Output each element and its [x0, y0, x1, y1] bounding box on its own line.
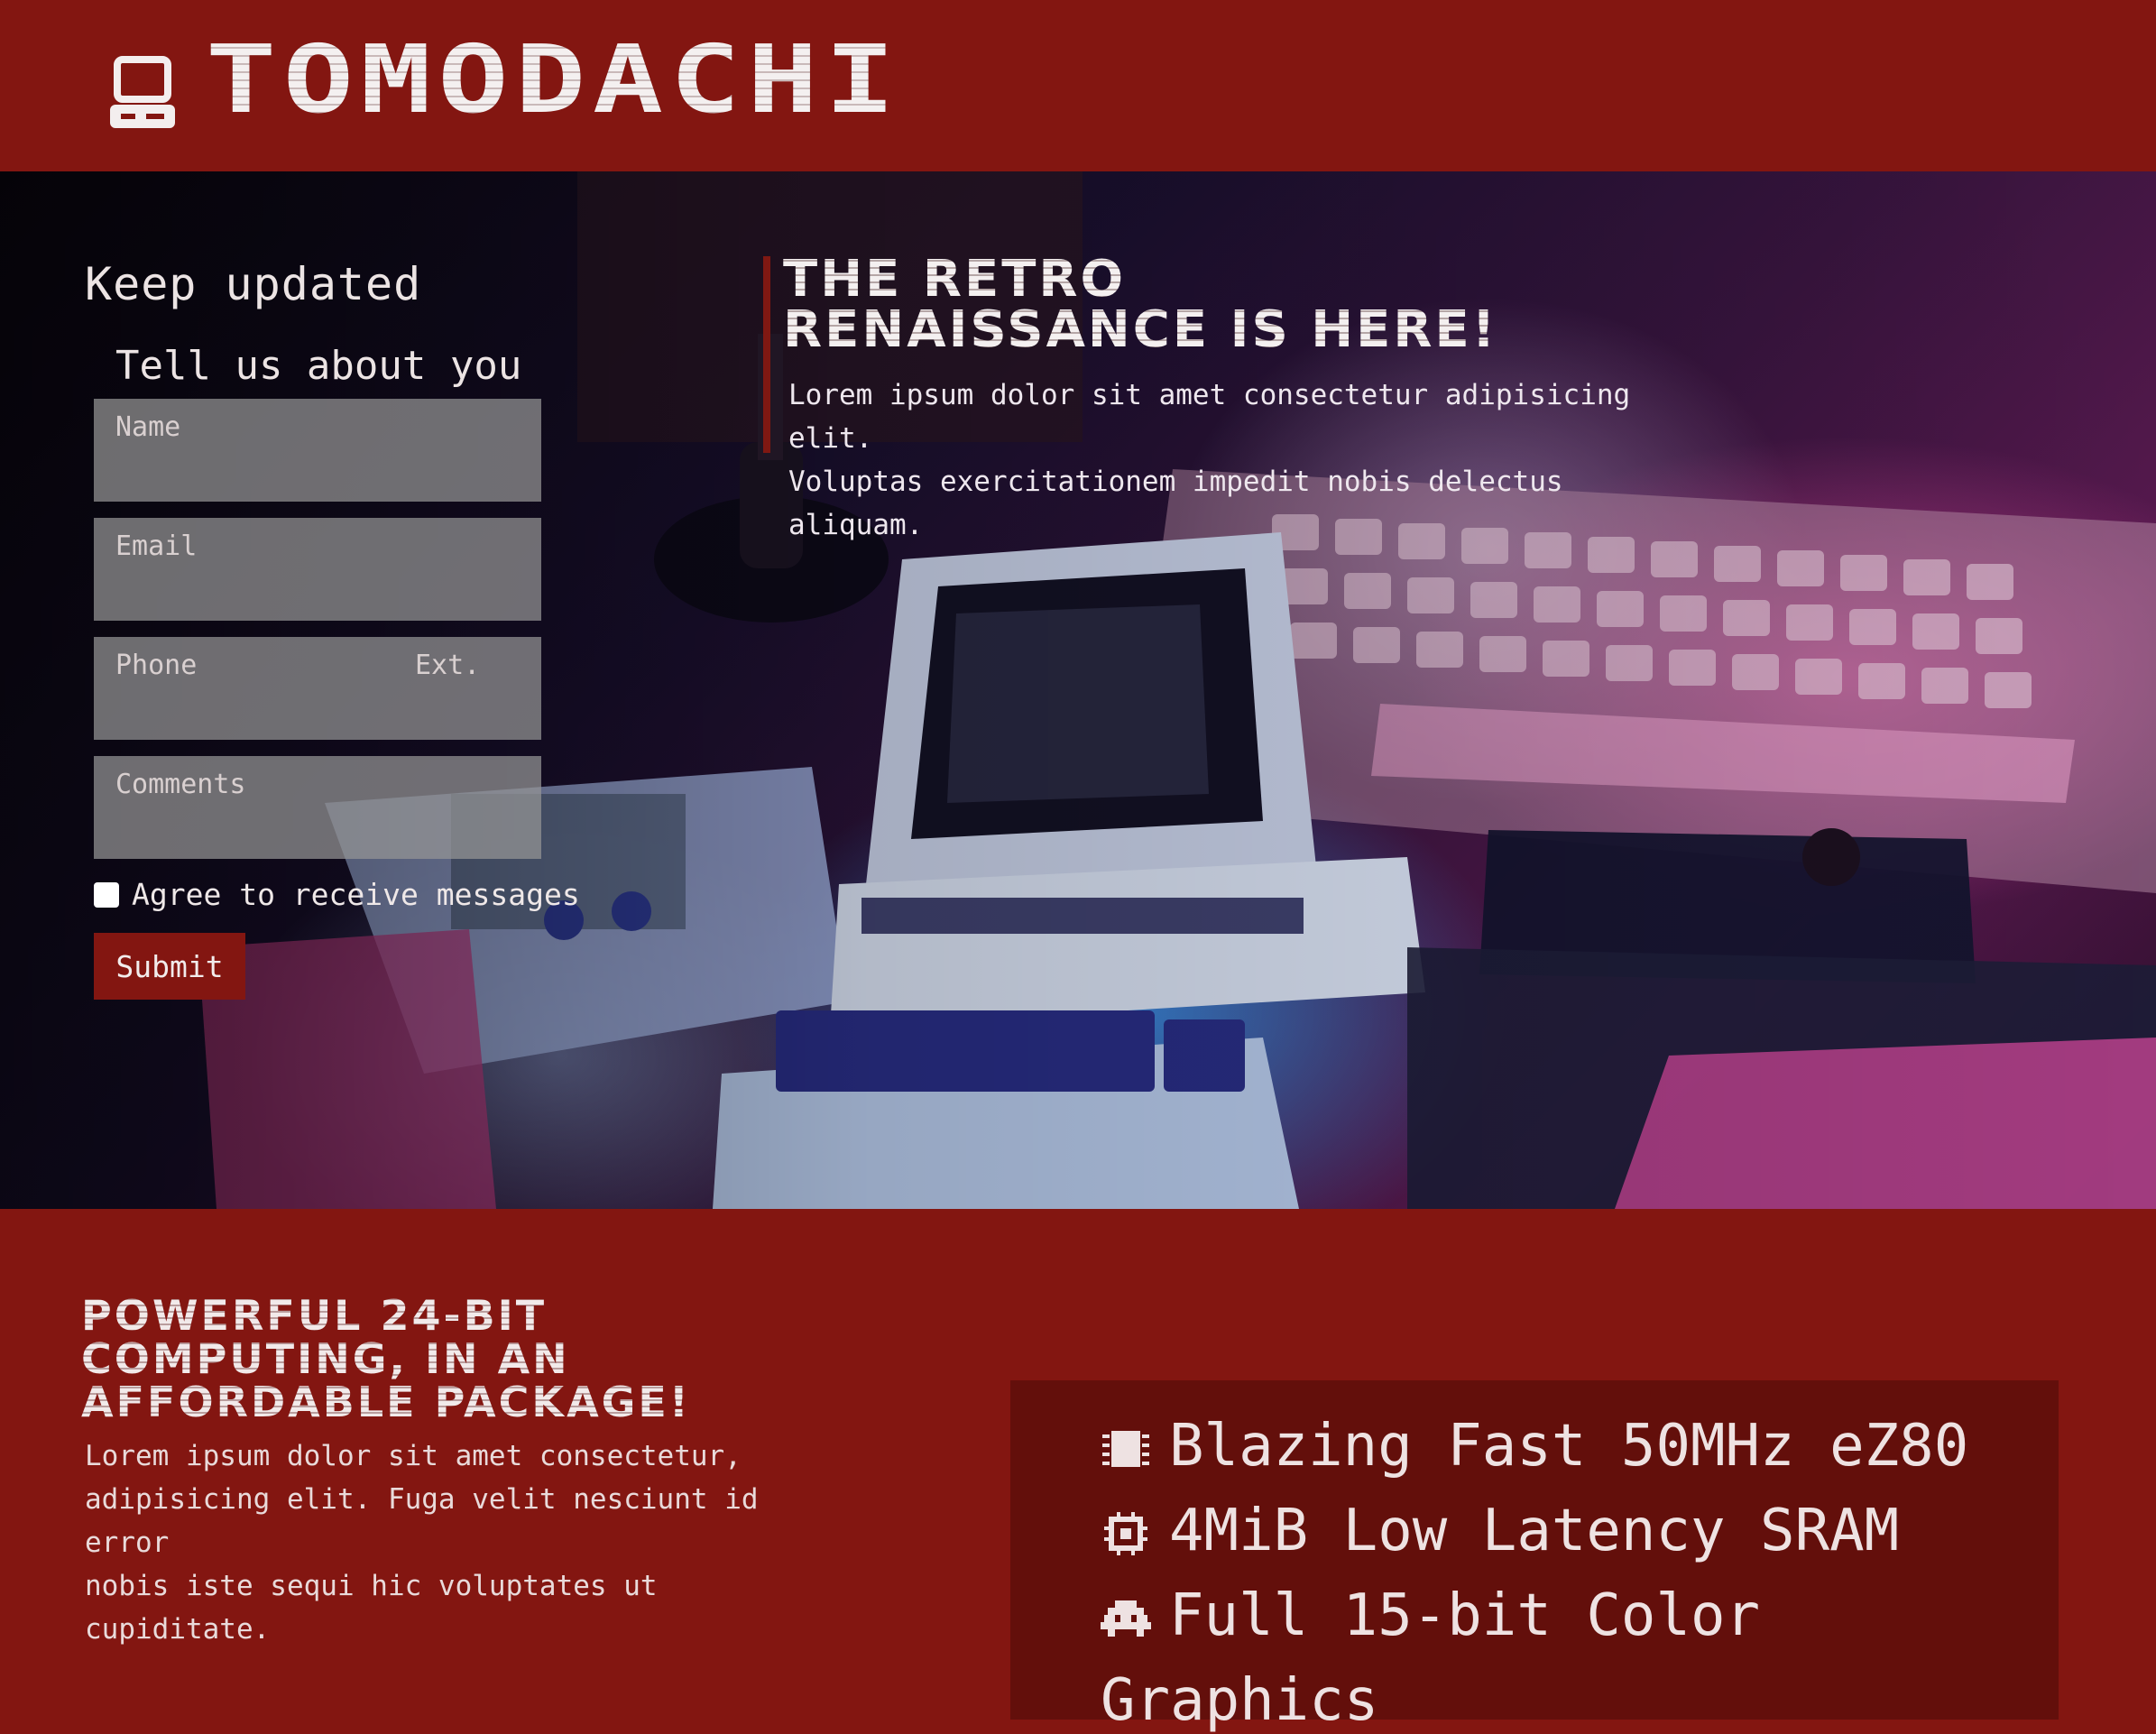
form-subtitle: Tell us about you: [115, 343, 522, 389]
features-description-line2: adipisicing elit. Fuga velit nesciunt id…: [85, 1483, 759, 1559]
name-placeholder: Name: [115, 411, 181, 443]
hero-description-line1: Lorem ipsum dolor sit amet consectetur a…: [788, 379, 1631, 455]
phone-placeholder: Phone: [115, 650, 198, 681]
space-invader-icon: [1101, 1600, 1151, 1637]
chip-icon: [1102, 1431, 1149, 1468]
hero-headline: THE RETRO RENAISSANCE IS HERE!: [783, 254, 1685, 355]
features-description-line1: Lorem ipsum dolor sit amet consectetur,: [85, 1440, 742, 1472]
name-field[interactable]: Name: [94, 399, 541, 502]
spec-label: 4MiB Low Latency SRAM: [1169, 1498, 1900, 1564]
site-header: TOMODACHI: [0, 0, 2156, 171]
specs-panel: Blazing Fast 50MHz eZ80 4MiB Low Latency…: [1010, 1380, 2059, 1734]
features-title: POWERFUL 24-BIT COMPUTING, IN AN AFFORDA…: [81, 1294, 893, 1424]
submit-button[interactable]: Submit: [94, 933, 245, 1000]
comments-field[interactable]: Comments: [94, 756, 541, 859]
spec-label: Graphics: [1101, 1667, 1379, 1734]
retro-computer-icon: [110, 56, 175, 128]
email-field[interactable]: Email: [94, 518, 541, 621]
agree-label[interactable]: Agree to receive messages: [132, 877, 580, 912]
hero-headline-line2: RENAISSANCE IS HERE!: [783, 300, 1498, 359]
spec-item: Blazing Fast 50MHz eZ80: [1101, 1413, 1968, 1480]
hero-section: Keep updated Tell us about you Name Emai…: [0, 171, 2156, 1209]
features-description: Lorem ipsum dolor sit amet consectetur, …: [85, 1434, 843, 1651]
spec-item: Full 15-bit Color: [1101, 1582, 1760, 1649]
hero-headline-line1: THE RETRO: [783, 250, 1127, 309]
features-title-line2: COMPUTING, IN AN: [81, 1334, 570, 1383]
memory-icon: [1104, 1512, 1147, 1556]
form-title: Keep updated: [85, 258, 422, 310]
spec-item: 4MiB Low Latency SRAM: [1101, 1498, 1899, 1564]
brand-logo-text[interactable]: TOMODACHI: [206, 32, 902, 126]
ext-placeholder[interactable]: Ext.: [415, 650, 480, 681]
phone-field[interactable]: Phone Ext.: [94, 637, 541, 740]
features-title-line3: AFFORDABLE PACKAGE!: [81, 1378, 691, 1426]
hero-description-line2: Voluptas exercitationem impedit nobis de…: [788, 466, 1563, 541]
comments-placeholder: Comments: [115, 769, 246, 800]
agree-checkbox[interactable]: [94, 882, 119, 908]
spec-item-continued: Graphics: [1101, 1667, 1378, 1734]
headline-accent-bar: [763, 256, 770, 453]
email-placeholder: Email: [115, 530, 198, 562]
spec-label: Blazing Fast 50MHz eZ80: [1169, 1413, 1969, 1480]
features-section: POWERFUL 24-BIT COMPUTING, IN AN AFFORDA…: [0, 1209, 2156, 1734]
features-title-line1: POWERFUL 24-BIT: [81, 1291, 548, 1340]
features-description-line3: nobis iste sequi hic voluptates ut cupid…: [85, 1570, 658, 1646]
spec-label: Full 15-bit Color: [1169, 1582, 1761, 1649]
hero-description: Lorem ipsum dolor sit amet consectetur a…: [788, 374, 1691, 547]
